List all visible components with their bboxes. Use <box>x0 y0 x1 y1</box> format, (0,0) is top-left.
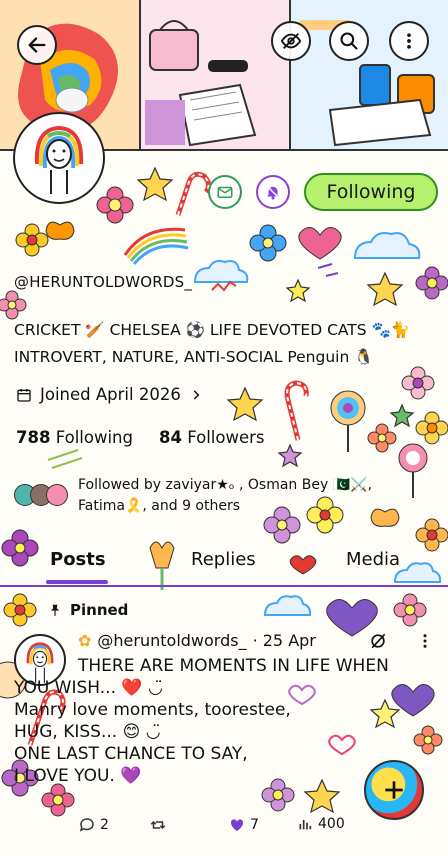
reply-count: 2 <box>100 817 109 833</box>
post-header: ✿ @heruntoldwords_ · 25 Apr <box>78 631 316 650</box>
compose-button[interactable] <box>364 760 424 820</box>
like-count: 7 <box>250 817 259 833</box>
tab-posts[interactable]: Posts <box>50 549 106 570</box>
profile-bio-line-2: INTROVERT, NATURE, ANTI-SOCIAL Penguin 🐧 <box>14 348 374 366</box>
followers-count: 84 <box>159 428 182 447</box>
mail-icon <box>217 186 233 198</box>
tab-replies[interactable]: Replies <box>191 549 256 570</box>
active-tab-indicator <box>46 580 108 584</box>
message-button[interactable] <box>208 175 242 209</box>
post-line: THERE ARE MOMENTS IN LIFE WHEN <box>78 656 389 676</box>
followers-stat-label: Followers <box>187 428 265 447</box>
avatar <box>46 484 68 506</box>
following-count: 788 <box>16 428 51 447</box>
view-count: 400 <box>318 816 345 832</box>
sun-flower-icon: ✿ <box>78 631 92 650</box>
eye-off-icon <box>280 33 302 49</box>
profile-bio-line-1: CRICKET 🏏 CHELSEA ⚽ LIFE DEVOTED CATS 🐾🐈 <box>14 321 411 339</box>
pin-icon <box>50 604 60 616</box>
notifications-button[interactable] <box>256 175 290 209</box>
like-button[interactable]: 7 <box>228 816 259 834</box>
following-stat[interactable]: 788 Following <box>16 428 133 447</box>
following-stat-label: Following <box>55 428 133 447</box>
post-author[interactable]: @heruntoldwords_ <box>97 631 246 650</box>
post-line: ONE LAST CHANCE TO SAY, <box>14 744 248 764</box>
arrow-left-icon <box>28 37 46 53</box>
followed-by-line-1: Followed by zaviyar★ₒ , Osman Bey 🇵🇰⚔️, <box>78 477 373 493</box>
post-date: · 25 Apr <box>252 631 316 650</box>
reply-icon <box>79 818 94 832</box>
post-line: YOU WISH... ❤️ ◡̈ <box>14 678 163 698</box>
followers-stat[interactable]: 84 Followers <box>159 428 265 447</box>
heart-icon <box>230 819 244 831</box>
post-line: Manry love moments, toorestee, <box>14 700 291 720</box>
more-vertical-icon <box>423 634 427 648</box>
following-button-label: Following <box>326 181 416 203</box>
followed-by-avatars[interactable] <box>14 480 74 510</box>
calendar-icon <box>17 388 31 402</box>
repost-button[interactable] <box>148 816 168 834</box>
bar-chart-icon <box>299 820 312 830</box>
repost-icon <box>150 820 166 830</box>
tab-media[interactable]: Media <box>346 549 400 570</box>
post-line: HUG, KISS... 😊 ◡̈ <box>14 722 161 742</box>
profile-handle: @HERUNTOLDWORDS_ <box>14 273 193 291</box>
reply-button[interactable]: 2 <box>78 816 109 834</box>
following-button[interactable]: Following <box>304 173 438 211</box>
followed-by-line-2: Fatima🎗️, and 9 others <box>78 498 241 514</box>
more-vertical-icon <box>407 33 411 49</box>
followed-by-text[interactable]: Followed by zaviyar★ₒ , Osman Bey 🇵🇰⚔️, … <box>78 475 372 517</box>
back-button[interactable] <box>17 25 57 65</box>
profile-avatar[interactable] <box>13 112 105 204</box>
avatar-drawing <box>34 125 84 194</box>
plus-icon <box>385 781 403 799</box>
pinned-label: Pinned <box>70 601 129 619</box>
views-button[interactable]: 400 <box>296 816 345 832</box>
pinned-label-row: Pinned <box>48 601 128 619</box>
bell-off-icon <box>266 185 280 200</box>
joined-date: Joined April 2026 <box>40 385 181 404</box>
more-options-button[interactable] <box>389 21 429 61</box>
chevron-right-icon <box>193 389 200 400</box>
hide-button[interactable] <box>271 21 311 61</box>
grok-icon[interactable] <box>368 631 388 655</box>
search-button[interactable] <box>329 21 369 61</box>
search-icon <box>340 32 358 50</box>
joined-date-row[interactable]: Joined April 2026 <box>16 385 203 404</box>
post-more-button[interactable] <box>416 631 434 655</box>
